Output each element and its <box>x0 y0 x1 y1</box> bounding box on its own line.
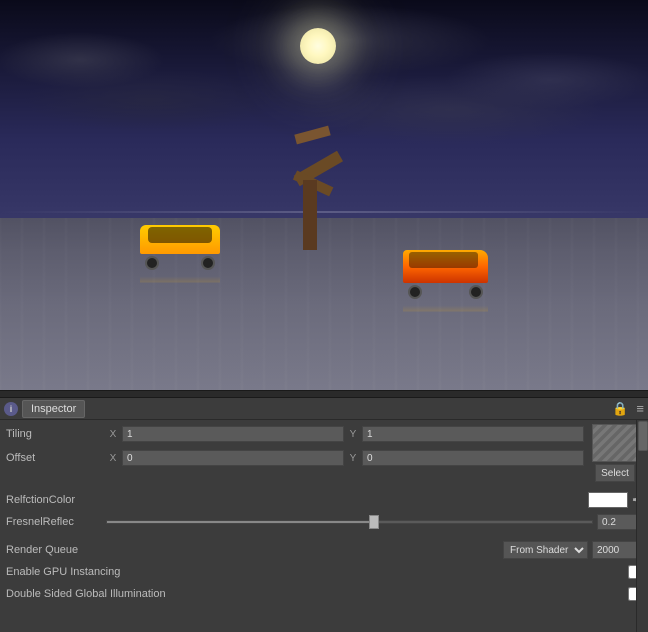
wheel <box>145 256 159 270</box>
tiling-label: Tiling <box>6 428 106 440</box>
tree-trunk <box>303 180 317 250</box>
menu-icon[interactable]: ≡ <box>636 401 644 416</box>
enable-gpu-label: Enable GPU Instancing <box>6 566 628 578</box>
texture-preview <box>592 424 642 462</box>
render-queue-dropdown[interactable]: From Shader <box>503 541 588 559</box>
relfction-color-label: RelfctionColor <box>6 494 106 506</box>
fresnel-slider-thumb[interactable] <box>369 515 379 529</box>
scroll-thumb[interactable] <box>638 421 648 451</box>
double-sided-label: Double Sided Global Illumination <box>6 588 628 600</box>
wheel <box>469 285 483 299</box>
lock-icon[interactable]: 🔒 <box>612 401 628 417</box>
relfction-color-row: RelfctionColor ✒ <box>6 490 642 510</box>
tiling-y-label: Y <box>346 429 360 440</box>
inspector-tab-bar: i Inspector 🔒 ≡ <box>0 398 648 420</box>
fresnel-slider-track <box>106 520 593 524</box>
car-body-left <box>140 225 220 254</box>
relfction-color-swatch[interactable] <box>588 492 628 508</box>
inspector-content: Tiling X Y Offset X Y <box>0 420 648 610</box>
texture-group: Select <box>588 424 642 482</box>
tiling-xy-group: X Y <box>106 426 584 442</box>
select-button[interactable]: Select <box>595 464 635 482</box>
wheel <box>408 285 422 299</box>
double-sided-row: Double Sided Global Illumination <box>6 584 642 604</box>
fresnel-slider-container <box>106 514 593 530</box>
car-left <box>140 225 220 270</box>
offset-x-input[interactable] <box>122 450 344 466</box>
enable-gpu-row: Enable GPU Instancing <box>6 562 642 582</box>
fresnel-slider-fill <box>107 521 374 523</box>
tiling-offset-group: Tiling X Y Offset X Y <box>6 424 584 470</box>
tiling-x-label: X <box>106 429 120 440</box>
tree-figure <box>280 130 340 250</box>
car-reflection-left <box>140 277 220 283</box>
offset-y-label: Y <box>346 453 360 464</box>
fresnel-reflec-label: FresnelReflec <box>6 516 106 528</box>
render-queue-label: Render Queue <box>6 544 106 556</box>
offset-x-label: X <box>106 453 120 464</box>
scrollbar[interactable] <box>636 420 648 632</box>
moon <box>300 28 336 64</box>
offset-label: Offset <box>6 452 106 464</box>
render-queue-row: Render Queue From Shader <box>6 540 642 560</box>
wheel <box>201 256 215 270</box>
render-queue-value[interactable] <box>592 541 642 559</box>
tiling-row: Tiling X Y <box>6 424 584 444</box>
viewport <box>0 0 648 390</box>
tiling-y-input[interactable] <box>362 426 584 442</box>
car-body-right <box>403 250 488 283</box>
tiling-x-input[interactable] <box>122 426 344 442</box>
car-reflection-right <box>403 305 488 311</box>
car-wheels-left <box>140 256 220 270</box>
inspector-panel: i Inspector 🔒 ≡ Tiling X Y <box>0 398 648 610</box>
fresnel-reflec-row: FresnelReflec <box>6 512 642 532</box>
car-wheels-right <box>403 285 488 299</box>
offset-xy-group: X Y <box>106 450 584 466</box>
divider-bar <box>0 390 648 398</box>
inspector-tab[interactable]: Inspector <box>22 400 85 418</box>
car-right <box>403 250 488 300</box>
offset-row: Offset X Y <box>6 448 584 468</box>
offset-y-input[interactable] <box>362 450 584 466</box>
info-icon: i <box>4 402 18 416</box>
